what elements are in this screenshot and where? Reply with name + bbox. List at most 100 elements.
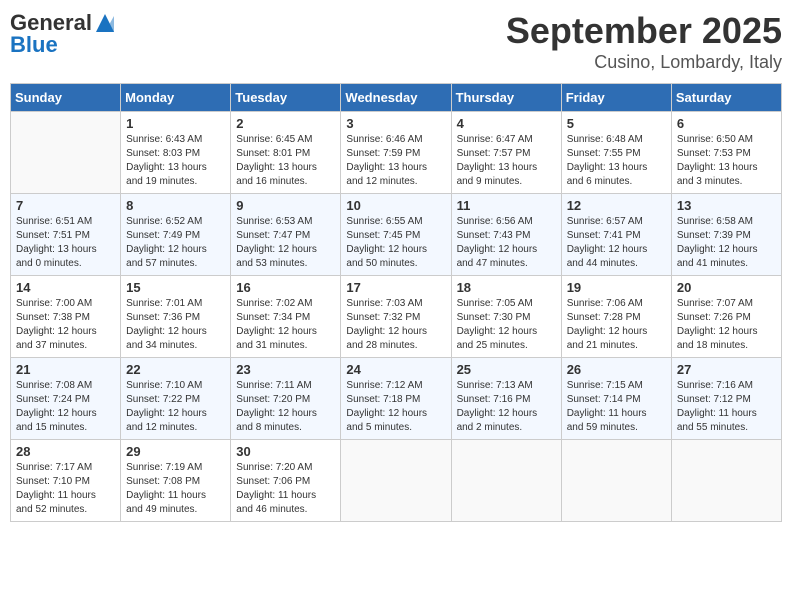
day-number: 25 bbox=[457, 362, 556, 377]
calendar-cell: 24 Sunrise: 7:12 AMSunset: 7:18 PMDayligh… bbox=[341, 358, 451, 440]
day-number: 22 bbox=[126, 362, 225, 377]
header-row: SundayMondayTuesdayWednesdayThursdayFrid… bbox=[11, 84, 782, 112]
calendar-cell: 9 Sunrise: 6:53 AMSunset: 7:47 PMDaylight… bbox=[231, 194, 341, 276]
day-number: 30 bbox=[236, 444, 335, 459]
title-block: September 2025 Cusino, Lombardy, Italy bbox=[506, 10, 782, 73]
day-info: Sunrise: 6:47 AMSunset: 7:57 PMDaylight:… bbox=[457, 133, 556, 189]
day-info: Sunrise: 7:07 AMSunset: 7:26 PMDaylight:… bbox=[677, 297, 776, 353]
day-info: Sunrise: 7:10 AMSunset: 7:22 PMDaylight:… bbox=[126, 379, 225, 435]
calendar-table: SundayMondayTuesdayWednesdayThursdayFrid… bbox=[10, 83, 782, 522]
calendar-cell: 29Sunrise: 7:19 AMSunset: 7:08 PMDayligh… bbox=[121, 440, 231, 522]
day-number: 23 bbox=[236, 362, 335, 377]
logo-icon bbox=[94, 12, 116, 34]
calendar-cell bbox=[451, 440, 561, 522]
calendar-cell: 21 Sunrise: 7:08 AMSunset: 7:24 PMDayligh… bbox=[11, 358, 121, 440]
day-header-monday: Monday bbox=[121, 84, 231, 112]
day-number: 14 bbox=[16, 280, 115, 295]
day-info: Sunrise: 6:48 AMSunset: 7:55 PMDaylight:… bbox=[567, 133, 666, 189]
calendar-cell: 27Sunrise: 7:16 AMSunset: 7:12 PMDayligh… bbox=[671, 358, 781, 440]
day-info: Sunrise: 7:19 AMSunset: 7:08 PMDaylight:… bbox=[126, 461, 225, 517]
month-title: September 2025 bbox=[506, 10, 782, 52]
day-info: Sunrise: 6:53 AMSunset: 7:47 PMDaylight:… bbox=[236, 215, 335, 271]
calendar-cell: 6Sunrise: 6:50 AMSunset: 7:53 PMDaylight… bbox=[671, 112, 781, 194]
calendar-cell: 26 Sunrise: 7:15 AMSunset: 7:14 PMDayligh… bbox=[561, 358, 671, 440]
calendar-cell bbox=[561, 440, 671, 522]
day-number: 19 bbox=[567, 280, 666, 295]
day-number: 11 bbox=[457, 198, 556, 213]
calendar-cell: 8 Sunrise: 6:52 AMSunset: 7:49 PMDaylight… bbox=[121, 194, 231, 276]
calendar-cell: 5Sunrise: 6:48 AMSunset: 7:55 PMDaylight… bbox=[561, 112, 671, 194]
calendar-cell bbox=[671, 440, 781, 522]
day-number: 1 bbox=[126, 116, 225, 131]
calendar-week-4: 28 Sunrise: 7:17 AMSunset: 7:10 PMDayligh… bbox=[11, 440, 782, 522]
calendar-cell: 17 Sunrise: 7:03 AMSunset: 7:32 PMDayligh… bbox=[341, 276, 451, 358]
day-number: 21 bbox=[16, 362, 115, 377]
day-info: Sunrise: 7:15 AMSunset: 7:14 PMDaylight:… bbox=[567, 379, 666, 435]
day-number: 4 bbox=[457, 116, 556, 131]
day-header-wednesday: Wednesday bbox=[341, 84, 451, 112]
calendar-cell: 1 Sunrise: 6:43 AMSunset: 8:03 PMDaylight… bbox=[121, 112, 231, 194]
page-header: General Blue September 2025 Cusino, Lomb… bbox=[10, 10, 782, 73]
day-info: Sunrise: 7:17 AMSunset: 7:10 PMDaylight:… bbox=[16, 461, 115, 517]
calendar-cell: 18Sunrise: 7:05 AMSunset: 7:30 PMDayligh… bbox=[451, 276, 561, 358]
day-number: 7 bbox=[16, 198, 115, 213]
day-info: Sunrise: 7:08 AMSunset: 7:24 PMDaylight:… bbox=[16, 379, 115, 435]
calendar-cell: 10 Sunrise: 6:55 AMSunset: 7:45 PMDayligh… bbox=[341, 194, 451, 276]
calendar-week-3: 21 Sunrise: 7:08 AMSunset: 7:24 PMDayligh… bbox=[11, 358, 782, 440]
day-info: Sunrise: 7:20 AMSunset: 7:06 PMDaylight:… bbox=[236, 461, 335, 517]
day-info: Sunrise: 6:45 AMSunset: 8:01 PMDaylight:… bbox=[236, 133, 335, 189]
day-info: Sunrise: 6:52 AMSunset: 7:49 PMDaylight:… bbox=[126, 215, 225, 271]
day-number: 13 bbox=[677, 198, 776, 213]
day-info: Sunrise: 7:03 AMSunset: 7:32 PMDaylight:… bbox=[346, 297, 445, 353]
day-number: 12 bbox=[567, 198, 666, 213]
calendar-cell: 4 Sunrise: 6:47 AMSunset: 7:57 PMDaylight… bbox=[451, 112, 561, 194]
calendar-cell: 11 Sunrise: 6:56 AMSunset: 7:43 PMDayligh… bbox=[451, 194, 561, 276]
day-number: 18 bbox=[457, 280, 556, 295]
calendar-cell: 3Sunrise: 6:46 AMSunset: 7:59 PMDaylight… bbox=[341, 112, 451, 194]
day-header-tuesday: Tuesday bbox=[231, 84, 341, 112]
day-number: 15 bbox=[126, 280, 225, 295]
day-info: Sunrise: 6:56 AMSunset: 7:43 PMDaylight:… bbox=[457, 215, 556, 271]
day-header-friday: Friday bbox=[561, 84, 671, 112]
day-info: Sunrise: 6:51 AMSunset: 7:51 PMDaylight:… bbox=[16, 215, 115, 271]
day-number: 27 bbox=[677, 362, 776, 377]
day-number: 24 bbox=[346, 362, 445, 377]
day-number: 9 bbox=[236, 198, 335, 213]
day-header-thursday: Thursday bbox=[451, 84, 561, 112]
day-info: Sunrise: 6:57 AMSunset: 7:41 PMDaylight:… bbox=[567, 215, 666, 271]
calendar-cell: 25 Sunrise: 7:13 AMSunset: 7:16 PMDayligh… bbox=[451, 358, 561, 440]
day-number: 2 bbox=[236, 116, 335, 131]
day-number: 16 bbox=[236, 280, 335, 295]
calendar-cell: 15 Sunrise: 7:01 AMSunset: 7:36 PMDayligh… bbox=[121, 276, 231, 358]
calendar-cell: 16Sunrise: 7:02 AMSunset: 7:34 PMDayligh… bbox=[231, 276, 341, 358]
day-header-saturday: Saturday bbox=[671, 84, 781, 112]
location-title: Cusino, Lombardy, Italy bbox=[506, 52, 782, 73]
day-info: Sunrise: 7:01 AMSunset: 7:36 PMDaylight:… bbox=[126, 297, 225, 353]
calendar-cell: 14Sunrise: 7:00 AMSunset: 7:38 PMDayligh… bbox=[11, 276, 121, 358]
day-number: 10 bbox=[346, 198, 445, 213]
day-number: 17 bbox=[346, 280, 445, 295]
day-header-sunday: Sunday bbox=[11, 84, 121, 112]
calendar-cell bbox=[341, 440, 451, 522]
day-info: Sunrise: 7:13 AMSunset: 7:16 PMDaylight:… bbox=[457, 379, 556, 435]
calendar-week-0: 1 Sunrise: 6:43 AMSunset: 8:03 PMDaylight… bbox=[11, 112, 782, 194]
day-info: Sunrise: 7:12 AMSunset: 7:18 PMDaylight:… bbox=[346, 379, 445, 435]
calendar-cell: 19Sunrise: 7:06 AMSunset: 7:28 PMDayligh… bbox=[561, 276, 671, 358]
day-info: Sunrise: 6:43 AMSunset: 8:03 PMDaylight:… bbox=[126, 133, 225, 189]
calendar-cell: 12 Sunrise: 6:57 AMSunset: 7:41 PMDayligh… bbox=[561, 194, 671, 276]
calendar-cell: 2 Sunrise: 6:45 AMSunset: 8:01 PMDaylight… bbox=[231, 112, 341, 194]
day-number: 26 bbox=[567, 362, 666, 377]
day-number: 8 bbox=[126, 198, 225, 213]
calendar-cell bbox=[11, 112, 121, 194]
day-info: Sunrise: 7:11 AMSunset: 7:20 PMDaylight:… bbox=[236, 379, 335, 435]
calendar-cell: 28 Sunrise: 7:17 AMSunset: 7:10 PMDayligh… bbox=[11, 440, 121, 522]
calendar-cell: 23 Sunrise: 7:11 AMSunset: 7:20 PMDayligh… bbox=[231, 358, 341, 440]
day-number: 3 bbox=[346, 116, 445, 131]
calendar-header: SundayMondayTuesdayWednesdayThursdayFrid… bbox=[11, 84, 782, 112]
day-number: 20 bbox=[677, 280, 776, 295]
calendar-body: 1 Sunrise: 6:43 AMSunset: 8:03 PMDaylight… bbox=[11, 112, 782, 522]
day-number: 28 bbox=[16, 444, 115, 459]
calendar-cell: 22 Sunrise: 7:10 AMSunset: 7:22 PMDayligh… bbox=[121, 358, 231, 440]
day-info: Sunrise: 6:55 AMSunset: 7:45 PMDaylight:… bbox=[346, 215, 445, 271]
day-info: Sunrise: 6:58 AMSunset: 7:39 PMDaylight:… bbox=[677, 215, 776, 271]
